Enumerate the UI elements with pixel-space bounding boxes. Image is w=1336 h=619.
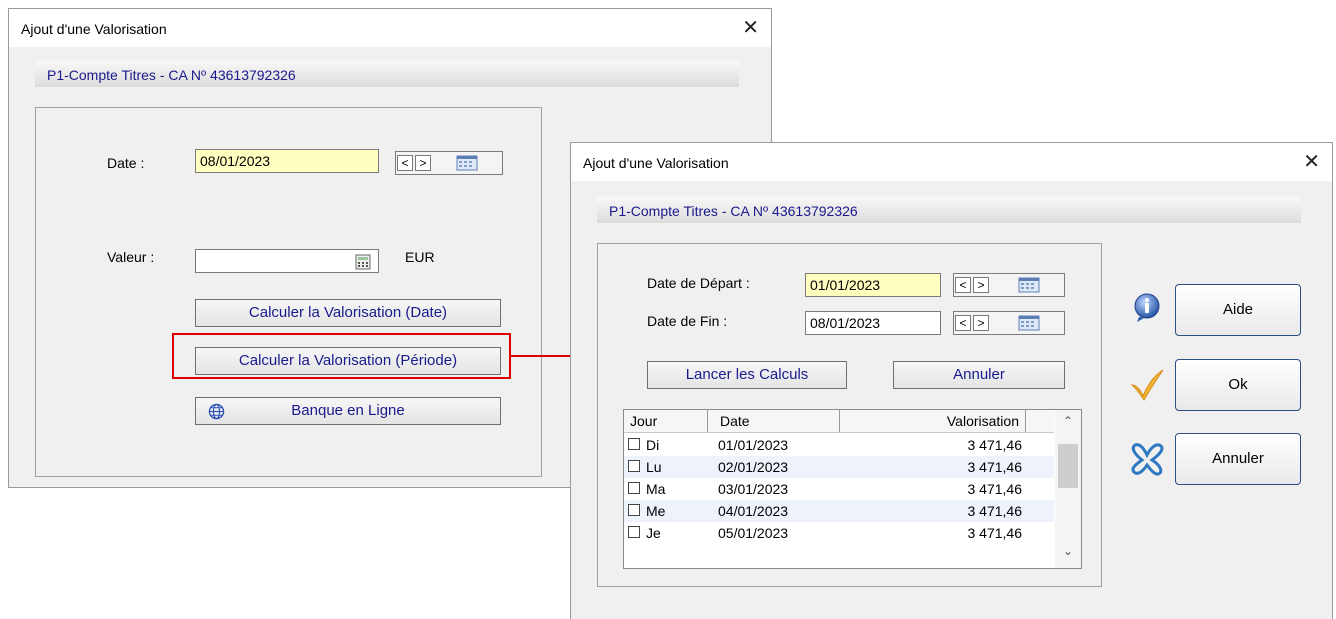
- dialog-title: Ajout d'une Valorisation: [21, 21, 167, 37]
- dialog-title: Ajout d'une Valorisation: [583, 155, 729, 171]
- account-header: P1-Compte Titres - CA Nº 43613792326: [35, 61, 739, 87]
- start-next-button[interactable]: >: [973, 277, 989, 293]
- next-day-button[interactable]: >: [415, 155, 431, 171]
- cell-valorisation: 3 471,46: [967, 481, 1023, 497]
- table-row[interactable]: Me 04/01/2023 3 471,46: [624, 500, 1054, 522]
- vertical-scrollbar[interactable]: ⌃ ⌄: [1055, 410, 1081, 568]
- end-next-button[interactable]: >: [973, 315, 989, 331]
- end-date-nav: < >: [953, 311, 1065, 335]
- checkmark-icon: [1130, 369, 1164, 401]
- close-icon[interactable]: ✕: [742, 15, 759, 40]
- end-date-label: Date de Fin :: [647, 313, 728, 329]
- end-prev-button[interactable]: <: [955, 315, 971, 331]
- date-nav: < >: [395, 151, 503, 175]
- start-date-label: Date de Départ :: [647, 275, 750, 291]
- date-input[interactable]: [195, 149, 379, 173]
- account-header: P1-Compte Titres - CA Nº 43613792326: [597, 197, 1301, 223]
- start-prev-button[interactable]: <: [955, 277, 971, 293]
- cell-valorisation: 3 471,46: [967, 503, 1023, 519]
- title-bar: Ajout d'une Valorisation ✕: [571, 143, 1332, 181]
- cell-jour: Ma: [646, 481, 666, 497]
- cell-valorisation: 3 471,46: [967, 459, 1023, 475]
- cell-date: 01/01/2023: [718, 437, 789, 453]
- value-input[interactable]: [195, 249, 379, 273]
- column-header-valorisation[interactable]: Valorisation: [840, 410, 1026, 432]
- column-header-jour[interactable]: Jour: [624, 410, 708, 432]
- cancel-calculations-button[interactable]: Annuler: [893, 361, 1065, 389]
- cell-jour: Lu: [646, 459, 662, 475]
- start-date-input[interactable]: [805, 273, 941, 297]
- title-bar: Ajout d'une Valorisation ✕: [9, 9, 771, 47]
- help-button[interactable]: Aide: [1175, 284, 1301, 336]
- calculator-icon[interactable]: [355, 254, 371, 270]
- start-date-nav: < >: [953, 273, 1065, 297]
- row-checkbox[interactable]: [628, 438, 640, 450]
- cell-jour: Me: [646, 503, 666, 519]
- row-checkbox[interactable]: [628, 504, 640, 516]
- column-header-date[interactable]: Date: [708, 410, 840, 432]
- cell-valorisation: 3 471,46: [967, 525, 1023, 541]
- scrollbar-thumb[interactable]: [1058, 444, 1078, 488]
- value-label: Valeur :: [107, 249, 155, 265]
- dialog-valorisation-period: Ajout d'une Valorisation ✕ P1-Compte Tit…: [570, 142, 1333, 619]
- row-checkbox[interactable]: [628, 460, 640, 472]
- globe-icon: [208, 403, 225, 420]
- cancel-x-icon: [1131, 443, 1164, 476]
- cell-date: 04/01/2023: [718, 503, 789, 519]
- valuation-table[interactable]: Jour Date Valorisation Di 01/01/2023 3 4…: [623, 409, 1082, 569]
- calc-date-button[interactable]: Calculer la Valorisation (Date): [195, 299, 501, 327]
- highlight-callout: [172, 333, 511, 379]
- table-row[interactable]: Lu 02/01/2023 3 471,46: [624, 456, 1054, 478]
- end-date-input[interactable]: [805, 311, 941, 335]
- info-icon: [1134, 293, 1160, 322]
- date-label: Date :: [107, 155, 145, 171]
- scroll-down-icon[interactable]: ⌄: [1055, 544, 1081, 558]
- table-row[interactable]: Je 05/01/2023 3 471,46: [624, 522, 1054, 544]
- cancel-button[interactable]: Annuler: [1175, 433, 1301, 485]
- table-row[interactable]: Di 01/01/2023 3 471,46: [624, 434, 1054, 456]
- table-row[interactable]: Ma 03/01/2023 3 471,46: [624, 478, 1054, 500]
- cell-jour: Di: [646, 437, 660, 453]
- cell-date: 02/01/2023: [718, 459, 789, 475]
- close-icon[interactable]: ✕: [1303, 149, 1320, 174]
- row-checkbox[interactable]: [628, 482, 640, 494]
- cell-date: 05/01/2023: [718, 525, 789, 541]
- calendar-icon[interactable]: [1018, 315, 1040, 331]
- calendar-icon[interactable]: [456, 155, 478, 171]
- scroll-up-icon[interactable]: ⌃: [1055, 414, 1081, 428]
- table-header: Jour Date Valorisation: [624, 410, 1054, 433]
- currency-label: EUR: [405, 249, 435, 265]
- run-calculations-button[interactable]: Lancer les Calculs: [647, 361, 847, 389]
- ok-button[interactable]: Ok: [1175, 359, 1301, 411]
- online-bank-button[interactable]: Banque en Ligne: [195, 397, 501, 425]
- prev-day-button[interactable]: <: [397, 155, 413, 171]
- calendar-icon[interactable]: [1018, 277, 1040, 293]
- online-bank-label: Banque en Ligne: [291, 402, 405, 419]
- cell-jour: Je: [646, 525, 661, 541]
- cell-valorisation: 3 471,46: [967, 437, 1023, 453]
- row-checkbox[interactable]: [628, 526, 640, 538]
- cell-date: 03/01/2023: [718, 481, 789, 497]
